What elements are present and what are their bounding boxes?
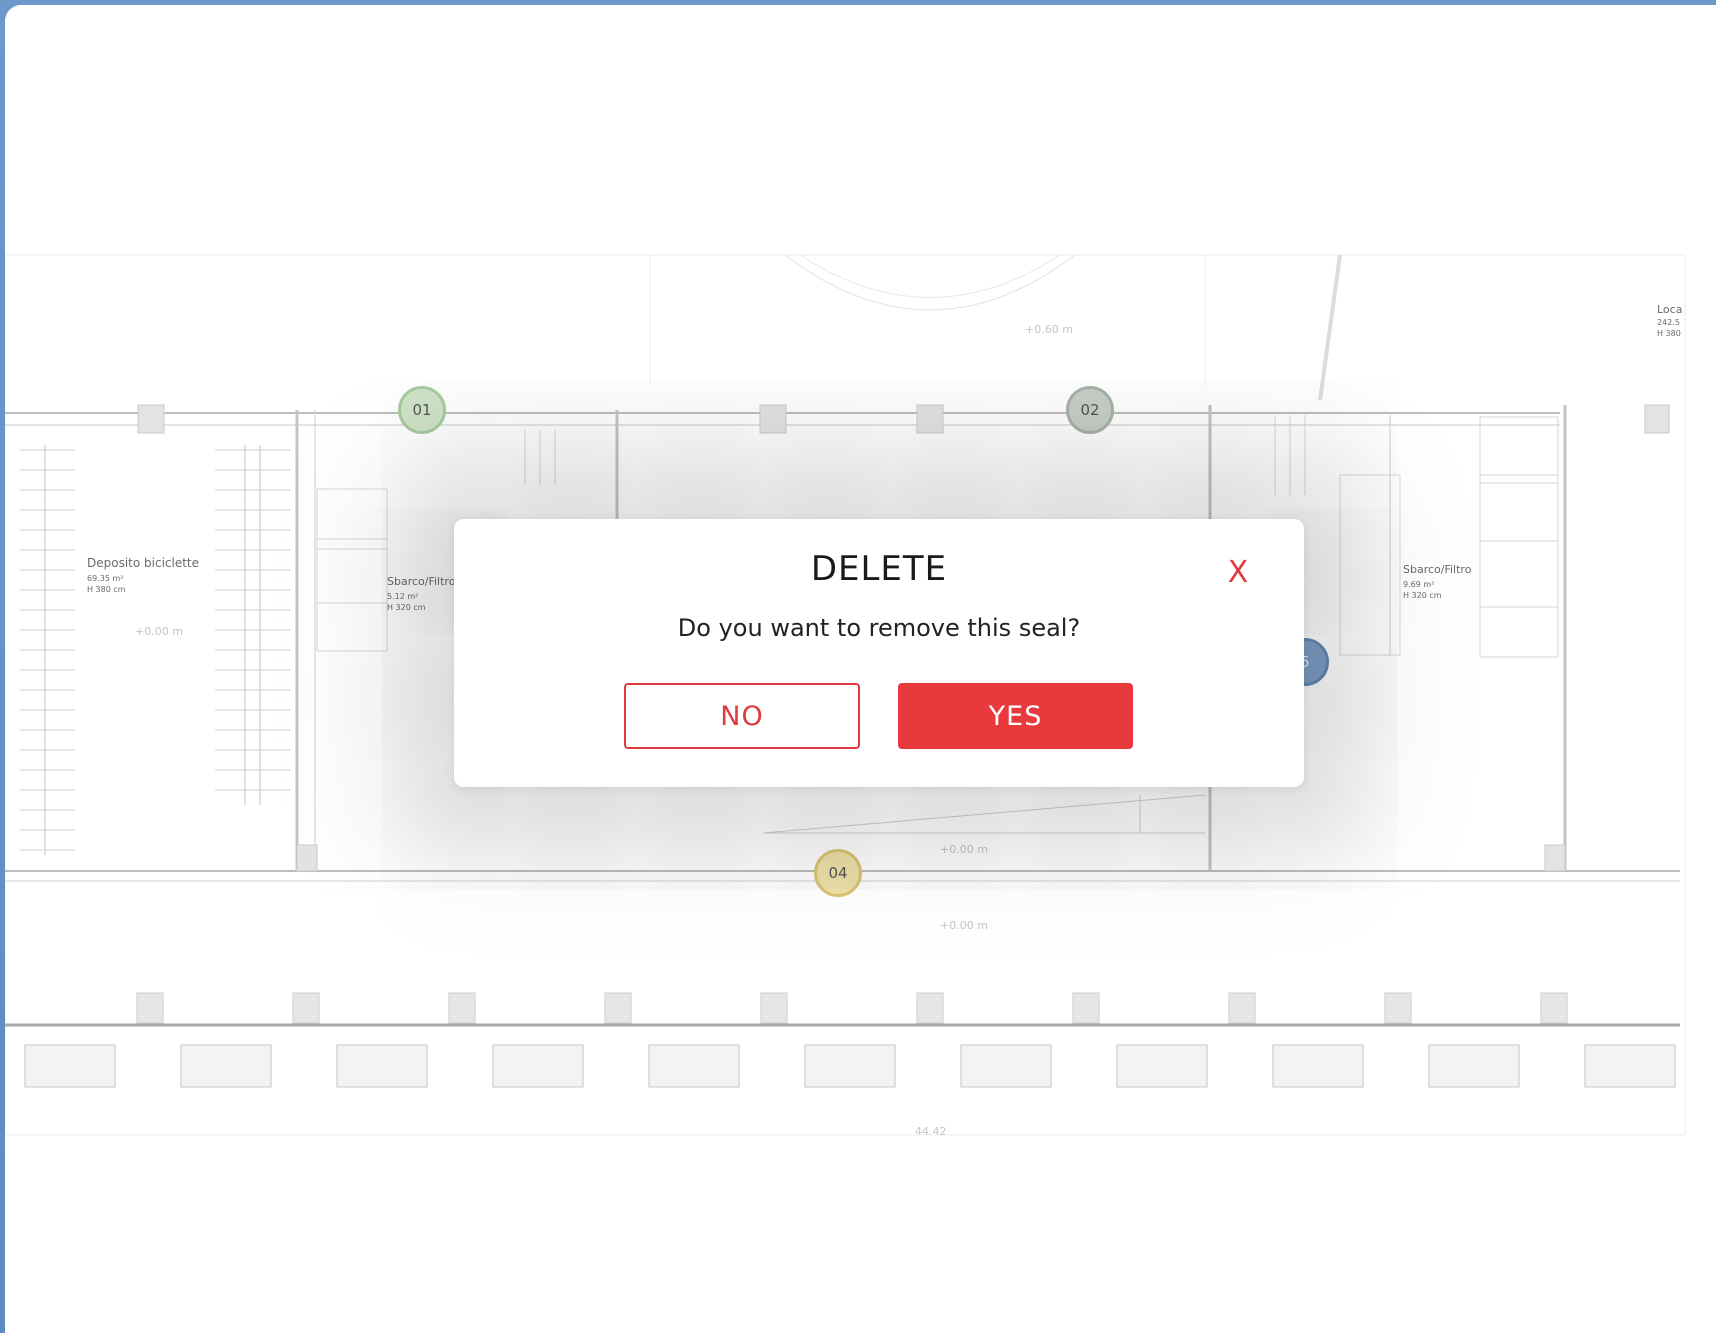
seal-marker-04[interactable]: 04 [814,849,862,897]
svg-text:Sbarco/Filtro: Sbarco/Filtro [387,575,456,588]
svg-text:H 380: H 380 [1657,329,1681,338]
seal-marker-02[interactable]: 02 [1066,386,1114,434]
svg-text:5.12 m²: 5.12 m² [387,592,418,601]
no-button[interactable]: NO [624,683,860,749]
svg-text:Sbarco/Filtro: Sbarco/Filtro [1403,563,1472,576]
svg-text:+0.60 m: +0.60 m [1025,323,1073,336]
dialog-message: Do you want to remove this seal? [677,614,1081,642]
svg-text:69.35 m²: 69.35 m² [87,574,123,583]
svg-text:+0.00 m: +0.00 m [940,843,988,856]
svg-text:H 380 cm: H 380 cm [87,585,126,594]
svg-text:242.5: 242.5 [1657,318,1680,327]
delete-dialog: DELETE X Do you want to remove this seal… [454,519,1304,787]
close-icon[interactable]: X [1221,555,1255,590]
svg-text:Loca: Loca [1657,303,1682,316]
svg-text:H 320 cm: H 320 cm [1403,591,1442,600]
svg-text:+0.00 m: +0.00 m [135,625,183,638]
room-label-deposito: Deposito biciclette [87,556,199,570]
svg-text:9.69 m²: 9.69 m² [1403,580,1434,589]
floorplan-canvas[interactable]: Deposito biciclette 69.35 m² H 380 cm Sb… [5,5,1716,1333]
svg-text:+0.00 m: +0.00 m [940,919,988,932]
svg-text:H 320 cm: H 320 cm [387,603,426,612]
seal-marker-01[interactable]: 01 [398,386,446,434]
svg-text:44.42: 44.42 [915,1125,947,1138]
app-frame: Deposito biciclette 69.35 m² H 380 cm Sb… [0,0,1716,1333]
yes-button[interactable]: YES [898,683,1133,749]
dialog-title: DELETE [810,549,948,589]
